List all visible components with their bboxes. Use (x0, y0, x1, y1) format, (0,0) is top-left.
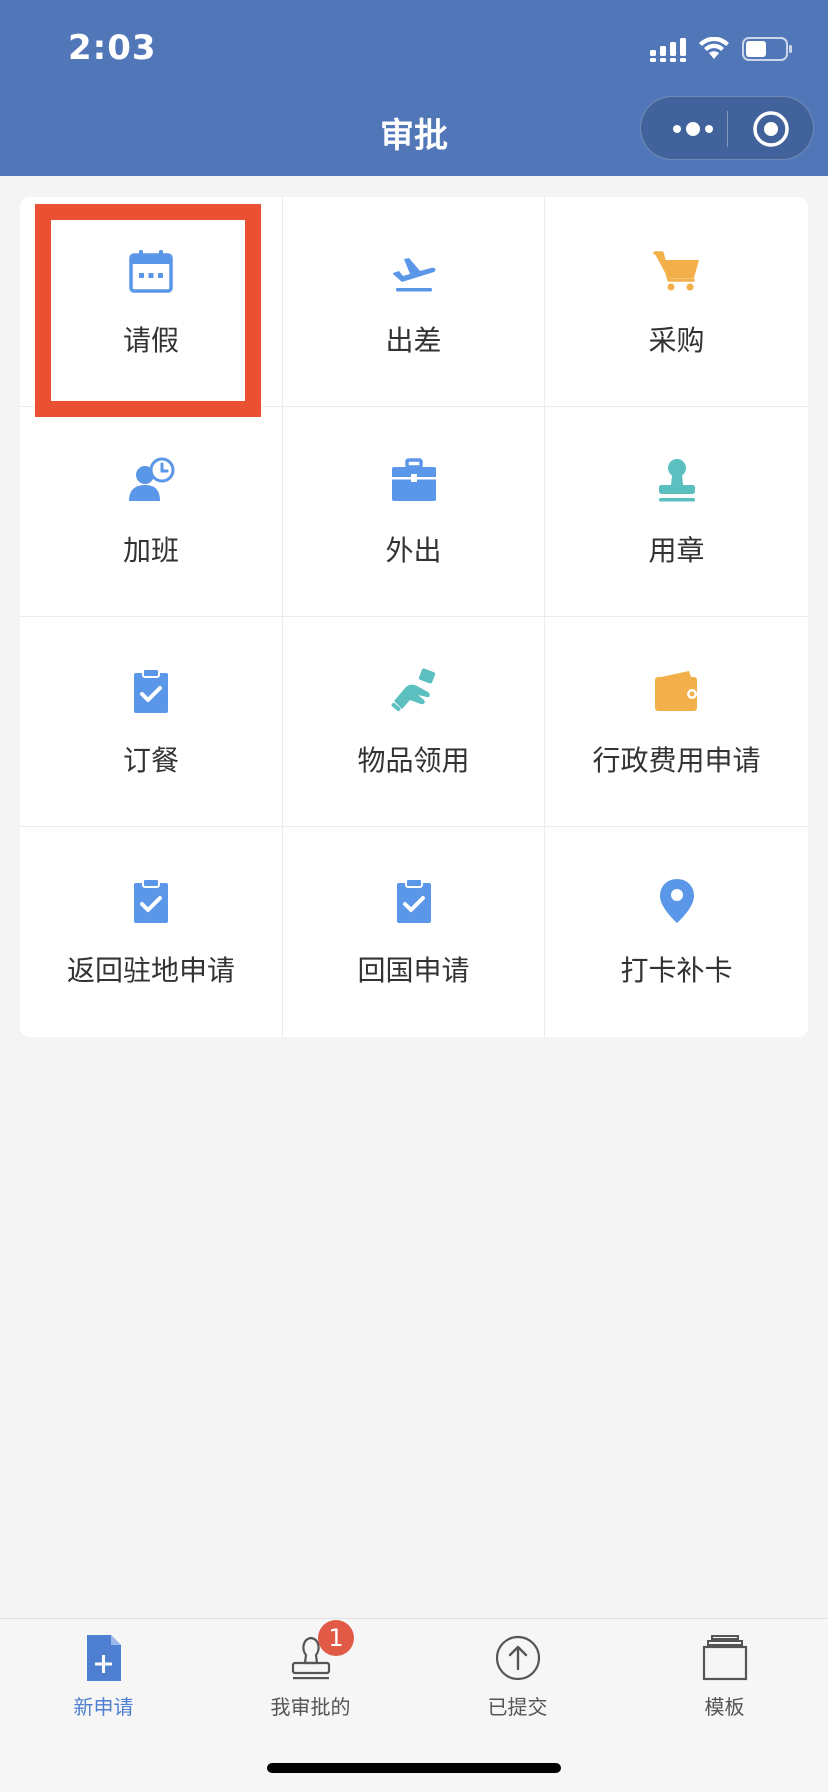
upload-circle-icon (495, 1635, 540, 1681)
clipboard-check-icon (396, 878, 431, 923)
grid-item-label: 回国申请 (357, 954, 470, 987)
grid-item-clock-in-makeup[interactable]: 打卡补卡 (545, 827, 808, 1037)
tab-label: 已提交 (487, 1695, 548, 1719)
tab-label: 我审批的 (270, 1695, 351, 1719)
grid-item-label: 行政费用申请 (592, 744, 761, 777)
new-document-icon (86, 1635, 121, 1681)
grid-item-return-station[interactable]: 返回驻地申请 (20, 827, 283, 1037)
status-icons (650, 34, 794, 64)
tab-label: 新申请 (73, 1695, 134, 1719)
grid-item-label: 打卡补卡 (620, 954, 733, 987)
tab-submitted[interactable]: 已提交 (414, 1627, 621, 1737)
grid-item-leave[interactable]: 请假 (20, 197, 283, 407)
grid-item-label: 订餐 (122, 744, 179, 777)
grid-item-label: 物品领用 (357, 744, 470, 777)
battery-icon (742, 37, 792, 61)
grid-item-overtime[interactable]: 加班 (20, 407, 283, 617)
status-time: 2:03 (68, 28, 157, 68)
header-bar: 2:03 审批 (0, 0, 828, 176)
grid-item-label: 请假 (122, 324, 179, 357)
home-indicator (267, 1763, 561, 1773)
grid-item-label: 采购 (648, 324, 705, 357)
close-program-icon[interactable] (751, 109, 791, 149)
grid-item-label: 出差 (385, 324, 442, 357)
hand-receive-icon (390, 668, 435, 712)
wifi-icon (699, 37, 729, 59)
cart-icon (652, 251, 699, 291)
mini-program-capsule (640, 96, 814, 160)
clipboard-check-icon (134, 668, 168, 713)
person-clock-icon (129, 457, 175, 501)
grid-item-return-home[interactable]: 回国申请 (283, 827, 545, 1037)
app-screen: 2:03 审批 请假 出差 采购 加班 外出 用章 订餐 物品领用 行政费用申请… (0, 0, 828, 1792)
stamp-icon (658, 459, 695, 502)
airplane-icon (392, 258, 435, 292)
grid-item-order-meal[interactable]: 订餐 (20, 617, 283, 827)
grid-item-admin-expense[interactable]: 行政费用申请 (545, 617, 808, 827)
clipboard-check-icon (134, 878, 168, 923)
grid-item-label: 加班 (122, 534, 179, 567)
grid-item-item-requisition[interactable]: 物品领用 (283, 617, 545, 827)
briefcase-icon (391, 458, 436, 501)
grid-item-label: 返回驻地申请 (66, 954, 235, 987)
grid-item-purchase[interactable]: 采购 (545, 197, 808, 407)
location-pin-icon (659, 879, 694, 923)
more-options-icon[interactable] (667, 115, 727, 143)
tab-my-approvals[interactable]: 我审批的 (207, 1627, 414, 1737)
capsule-divider (727, 111, 728, 147)
tab-label: 模板 (704, 1695, 745, 1719)
template-stack-icon (702, 1635, 747, 1681)
calendar-icon (129, 250, 173, 293)
signal-icon (650, 38, 686, 62)
grid-item-seal-use[interactable]: 用章 (545, 407, 808, 617)
grid-item-label: 外出 (385, 534, 442, 567)
wallet-icon (654, 671, 697, 711)
grid-item-go-out[interactable]: 外出 (283, 407, 545, 617)
approval-type-grid: 请假 出差 采购 加班 外出 用章 订餐 物品领用 行政费用申请 返回驻地申请 … (20, 197, 808, 1037)
tab-new-application[interactable]: 新申请 (0, 1627, 207, 1737)
approvals-count-badge: 1 (318, 1620, 354, 1656)
grid-item-business-trip[interactable]: 出差 (283, 197, 545, 407)
tab-templates[interactable]: 模板 (621, 1627, 828, 1737)
grid-item-label: 用章 (648, 534, 705, 567)
